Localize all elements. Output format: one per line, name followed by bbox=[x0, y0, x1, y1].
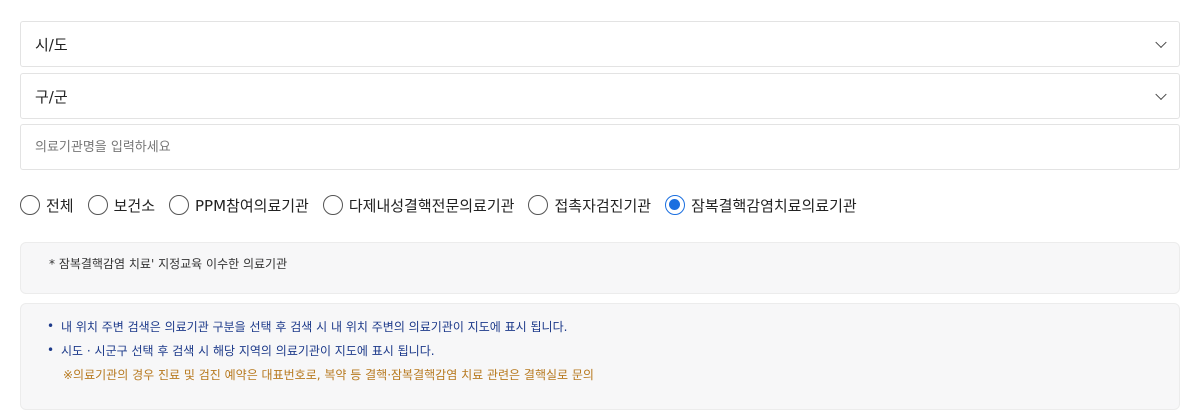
radio-circle-checked-icon[interactable] bbox=[665, 195, 686, 215]
radio-label: 다제내성결핵전문의료기관 bbox=[348, 196, 515, 215]
radio-health-center[interactable]: 보건소 bbox=[87, 195, 156, 216]
info-line: • 내 위치 주변 검색은 의료기관 구분을 선택 후 검색 시 내 위치 주변… bbox=[47, 314, 1179, 338]
radio-mdr-tb[interactable]: 다제내성결핵전문의료기관 bbox=[322, 195, 515, 216]
warning-text: ※의료기관의 경우 진료 및 검진 예약은 대표번호로, 복약 등 결핵·잠복결… bbox=[63, 367, 594, 382]
radio-circle-icon[interactable] bbox=[528, 195, 549, 215]
radio-circle-icon[interactable] bbox=[169, 195, 190, 215]
radio-latent-tb[interactable]: 잠복결핵감염치료의료기관 bbox=[665, 195, 857, 216]
radio-label: 보건소 bbox=[113, 196, 156, 215]
radio-circle-icon[interactable] bbox=[87, 195, 108, 215]
radio-label: PPM참여의료기관 bbox=[195, 196, 309, 215]
radio-label: 전체 bbox=[46, 196, 74, 215]
bullet-icon: • bbox=[47, 343, 55, 357]
info-text: 시도 · 시군구 선택 후 검색 시 해당 지역의 의료기관이 지도에 표시 됩… bbox=[61, 343, 435, 358]
note-box: * 잠복결핵감염 치료' 지정교육 이수한 의료기관 bbox=[20, 242, 1180, 294]
radio-circle-icon[interactable] bbox=[20, 195, 40, 215]
sido-select[interactable]: 시/도 bbox=[20, 21, 1180, 67]
radio-circle-icon[interactable] bbox=[322, 195, 343, 215]
radio-label: 접촉자검진기관 bbox=[554, 196, 652, 215]
gugun-select[interactable]: 구/군 bbox=[20, 73, 1180, 119]
info-box: • 내 위치 주변 검색은 의료기관 구분을 선택 후 검색 시 내 위치 주변… bbox=[20, 303, 1180, 410]
info-line: • 시도 · 시군구 선택 후 검색 시 해당 지역의 의료기관이 지도에 표시… bbox=[47, 338, 1179, 362]
info-warning: ※의료기관의 경우 진료 및 검진 예약은 대표번호로, 복약 등 결핵·잠복결… bbox=[47, 362, 1179, 386]
gugun-select-label: 구/군 bbox=[35, 87, 68, 106]
info-text: 내 위치 주변 검색은 의료기관 구분을 선택 후 검색 시 내 위치 주변의 … bbox=[61, 319, 568, 334]
sido-select-label: 시/도 bbox=[35, 35, 68, 54]
radio-ppm[interactable]: PPM참여의료기관 bbox=[169, 195, 309, 216]
bullet-icon: • bbox=[47, 319, 55, 333]
radio-all[interactable]: 전체 bbox=[20, 195, 74, 216]
radio-contact-screening[interactable]: 접촉자검진기관 bbox=[528, 195, 651, 216]
radio-label: 잠복결핵감염치료의료기관 bbox=[691, 196, 857, 215]
chevron-down-icon bbox=[1155, 36, 1167, 49]
note-text: * 잠복결핵감염 치료' 지정교육 이수한 의료기관 bbox=[49, 257, 288, 271]
chevron-down-icon bbox=[1155, 88, 1167, 101]
institution-search-input[interactable] bbox=[20, 124, 1180, 170]
institution-type-radio-group: 전체 보건소 PPM참여의료기관 다제내성결핵전문의료기관 접촉자검진기관 잠복… bbox=[20, 192, 871, 218]
